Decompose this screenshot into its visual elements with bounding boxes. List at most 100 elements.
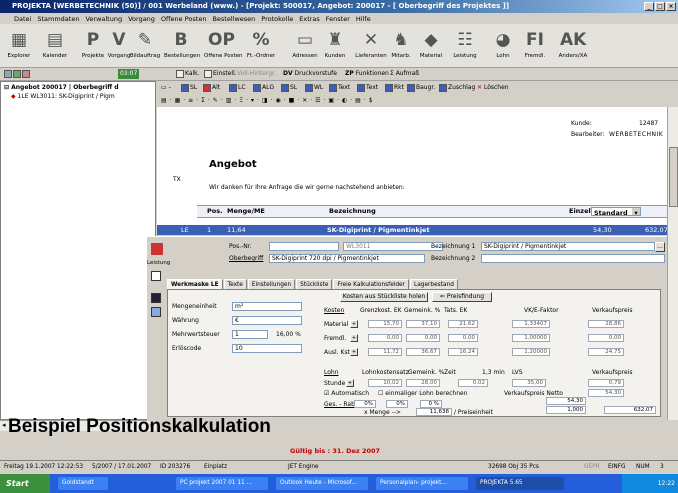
- stunde-vk[interactable]: 0,79: [588, 379, 624, 387]
- task-5[interactable]: PROJEKTA 5.65: [476, 477, 564, 490]
- bez1-ellipsis-button[interactable]: ...: [655, 242, 665, 252]
- erloescode-input[interactable]: 10: [232, 344, 302, 353]
- doc-tool-zuschlag[interactable]: Zuschlag: [439, 82, 475, 93]
- tree-child[interactable]: ◆ 1LE WL3011: SK-Digiprint / Pigm: [11, 93, 115, 100]
- cost-row-select-button[interactable]: +: [350, 320, 358, 328]
- document-vscrollbar[interactable]: [667, 107, 678, 420]
- menu-offene-posten[interactable]: Offene Posten: [161, 15, 207, 23]
- toolbar-button-lieferanten[interactable]: ✕ Lieferanten: [354, 26, 388, 64]
- toolbar-icons-left[interactable]: [4, 69, 31, 79]
- menu-datei[interactable]: Datei: [14, 15, 31, 23]
- rabatt-2[interactable]: 0%: [386, 400, 408, 408]
- tree-root[interactable]: ⊟ Angebot 200017 | Oberbegriff d: [4, 84, 119, 91]
- task-1[interactable]: Goldstandt: [58, 477, 108, 490]
- task-2[interactable]: PC projekt 2007 01 11 ...: [176, 477, 268, 490]
- cost-row-value[interactable]: 11,72: [368, 348, 402, 356]
- maximize-icon[interactable]: □: [655, 2, 665, 11]
- menu-extras[interactable]: Extras: [299, 15, 320, 23]
- menu-vorgang[interactable]: Vorgang: [128, 15, 155, 23]
- doc-tool-sl[interactable]: SL: [181, 82, 197, 93]
- funktionen-button[interactable]: ZP Funktionen: [345, 69, 389, 79]
- doc-tool-text2[interactable]: Text: [357, 82, 378, 93]
- doc-tool-alt[interactable]: Alt: [203, 82, 220, 93]
- rabatt-3[interactable]: 0 %: [420, 400, 442, 408]
- toolbar-button-bestellungen[interactable]: B Bestellungen: [164, 26, 200, 64]
- menu-fenster[interactable]: Fenster: [326, 15, 350, 23]
- format-tools[interactable]: ▤·▦·≡·Σ·✎·▥·Ξ·▾·◨·◉·■·✕·☰·▣·◐·▤·$: [161, 95, 376, 106]
- toolbar-button-lohn[interactable]: ◕ Lohn: [486, 26, 520, 64]
- toolbar-button-material[interactable]: ◆ Material: [414, 26, 448, 64]
- einstell-button[interactable]: Einstell.: [204, 69, 237, 79]
- toolbar-button-adressen[interactable]: ▭ Adressen: [288, 26, 322, 64]
- stunde-lohnkostensatz[interactable]: 10,02: [368, 379, 402, 387]
- list-icon[interactable]: [151, 307, 161, 317]
- stunde-lvs[interactable]: 35,00: [512, 379, 546, 387]
- rabatt-1[interactable]: 0%: [354, 400, 376, 408]
- toolbar-button-explorer[interactable]: ▦ Explorer: [2, 26, 36, 64]
- kalk-button[interactable]: Kalk.: [176, 69, 200, 79]
- stunde-gemeink[interactable]: 28,00: [406, 379, 440, 387]
- chevron-down-icon[interactable]: ▾: [632, 208, 640, 217]
- cost-row-value[interactable]: 16,24: [448, 348, 478, 356]
- table-row[interactable]: LE 1 11,64 SK-Digiprint / Pigmentinkjet …: [157, 225, 668, 235]
- cost-row-value[interactable]: 37,10: [406, 320, 440, 328]
- cost-row-value[interactable]: 1,00000: [512, 334, 550, 342]
- cost-row-value[interactable]: 0,00: [368, 334, 402, 342]
- cost-row-value[interactable]: 1,33407: [512, 320, 550, 328]
- doc-tool-baugr[interactable]: Baugr.: [407, 82, 435, 93]
- doc-tool-rkt[interactable]: Rkt: [385, 82, 404, 93]
- menu-bestellwesen[interactable]: Bestellwesen: [212, 15, 255, 23]
- automatisch-checkbox[interactable]: ☑ Automatisch: [324, 389, 369, 398]
- druckvorstufe-button[interactable]: DV Druckvorstufe: [283, 69, 337, 79]
- toolbar-button-fremdl-[interactable]: FI Fremdl.: [518, 26, 552, 64]
- tab-einstellungen[interactable]: Einstellungen: [247, 279, 296, 289]
- oberbegriff-input[interactable]: SK-Digiprint 720 dpi / Pigmentinkjet: [269, 254, 425, 263]
- stunde-zeit[interactable]: 0,02: [458, 379, 488, 387]
- task-3[interactable]: Outlook Heute - Microsof...: [276, 477, 368, 490]
- save-icon[interactable]: [151, 271, 161, 281]
- price-dropdown[interactable]: Standard ▾: [591, 207, 641, 217]
- tab-stueckliste[interactable]: Stückliste: [296, 279, 333, 289]
- doc-tool-alg[interactable]: ALG: [253, 82, 274, 93]
- cost-row-value[interactable]: 36,67: [406, 348, 440, 356]
- cost-row-value[interactable]: 1,20000: [512, 348, 550, 356]
- toolbar-button-kalender[interactable]: ▤ Kalender: [38, 26, 72, 64]
- stueckliste-button[interactable]: Kosten aus Stückliste holen: [340, 292, 428, 302]
- tab-texte[interactable]: Texte: [223, 279, 247, 289]
- cost-row-value[interactable]: 15,70: [368, 320, 402, 328]
- toolbar-button-ft-ordner[interactable]: % Ft.-Ordner: [244, 26, 278, 64]
- menu-protokolle[interactable]: Protokolle: [261, 15, 293, 23]
- toolbar-button-leistung[interactable]: ☷ Leistung: [448, 26, 482, 64]
- mengeneinheit-input[interactable]: m²: [232, 302, 302, 311]
- task-4[interactable]: Personalplan- projekt...: [376, 477, 468, 490]
- waehrung-input[interactable]: €: [232, 316, 302, 325]
- einmalig-checkbox[interactable]: ☐ einmaliger Lohn berechnen: [378, 389, 468, 398]
- menu-stammdaten[interactable]: Stammdaten: [37, 15, 79, 23]
- floppy-icon[interactable]: [151, 293, 161, 303]
- doc-tool-text1[interactable]: Text: [329, 82, 350, 93]
- preisfindung-button[interactable]: ⇐ Preisfindung: [432, 292, 492, 302]
- toolbar-button-offene-posten[interactable]: OP Offene Posten: [204, 26, 243, 64]
- tab-werkmaske[interactable]: Werkmaske LE: [167, 279, 223, 289]
- toolbar-button-anders-xa[interactable]: AK Anders/XA: [556, 26, 590, 64]
- cost-row-value[interactable]: 0,00: [406, 334, 440, 342]
- minimize-icon[interactable]: _: [644, 2, 654, 11]
- toolbar-button-bildauftrag[interactable]: ✎ Bildauftrag: [128, 26, 162, 64]
- cost-row-select-button[interactable]: +: [350, 334, 358, 342]
- menu-verwaltung[interactable]: Verwaltung: [85, 15, 122, 23]
- stunde-select-button[interactable]: +: [346, 379, 354, 387]
- bez2-input[interactable]: [481, 254, 665, 263]
- cost-row-value[interactable]: 28,86: [588, 320, 624, 328]
- start-button[interactable]: Start: [0, 474, 50, 493]
- cost-row-value[interactable]: 24,75: [588, 348, 624, 356]
- toolbar-button-kunden[interactable]: ♜ Kunden: [318, 26, 352, 64]
- doc-tool-lc[interactable]: LC: [229, 82, 246, 93]
- mwst-input[interactable]: 1: [232, 330, 268, 339]
- voll-hintergrund-button[interactable]: Voll-Hintergr.: [237, 69, 276, 79]
- pos-nr-input[interactable]: [269, 242, 339, 251]
- code-input[interactable]: WL3011: [343, 242, 443, 251]
- scroll-thumb[interactable]: [669, 147, 678, 207]
- cost-row-value[interactable]: 0,00: [588, 334, 624, 342]
- doc-tool-1[interactable]: ▭ -: [161, 82, 171, 93]
- doc-tool-loeschen[interactable]: ✕ Löschen: [477, 82, 509, 93]
